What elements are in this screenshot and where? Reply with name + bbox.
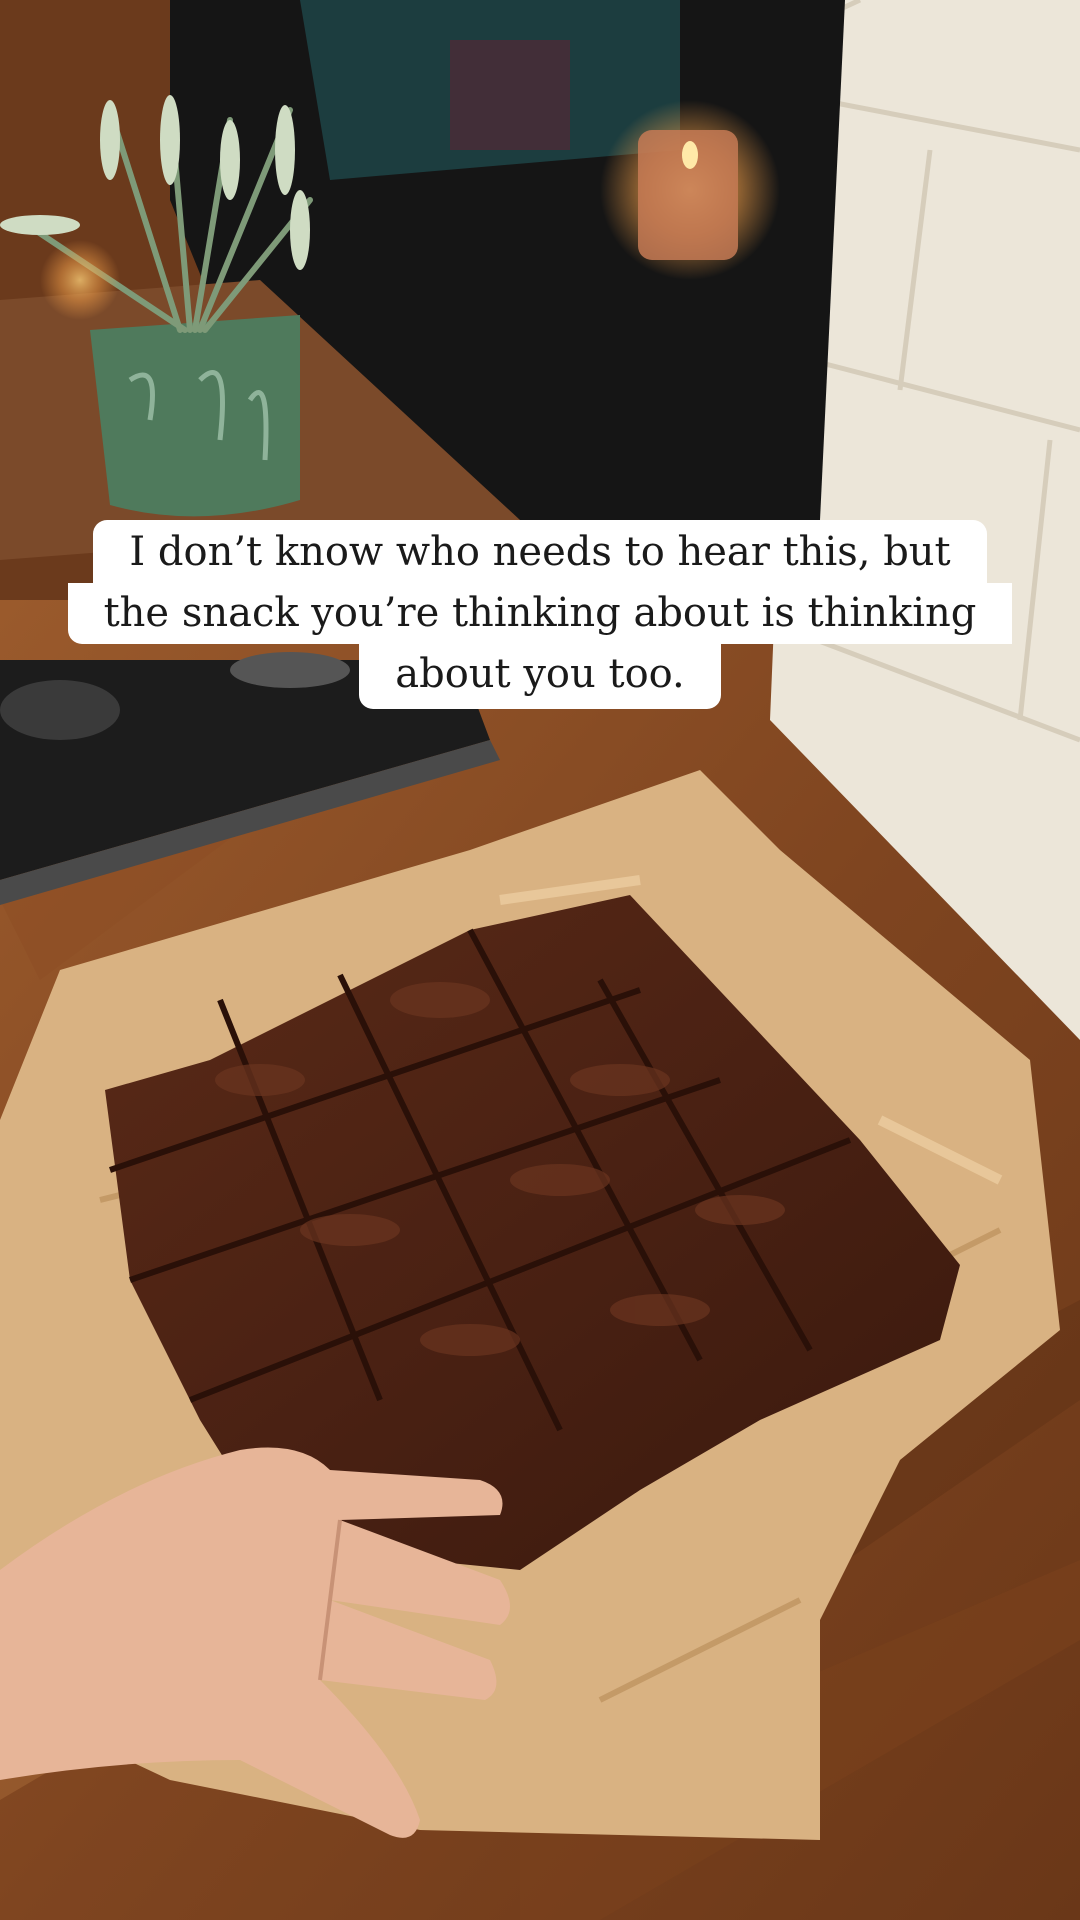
caption-line-2: the snack you’re thinking about is think… [67,583,1013,644]
photo-scene [0,0,1080,1920]
photo-illustration [0,0,1080,1920]
caption-line-3: about you too. [359,644,721,709]
caption-overlay: I don’t know who needs to hear this, but… [0,520,1080,709]
caption-line-1: I don’t know who needs to hear this, but [93,520,987,583]
